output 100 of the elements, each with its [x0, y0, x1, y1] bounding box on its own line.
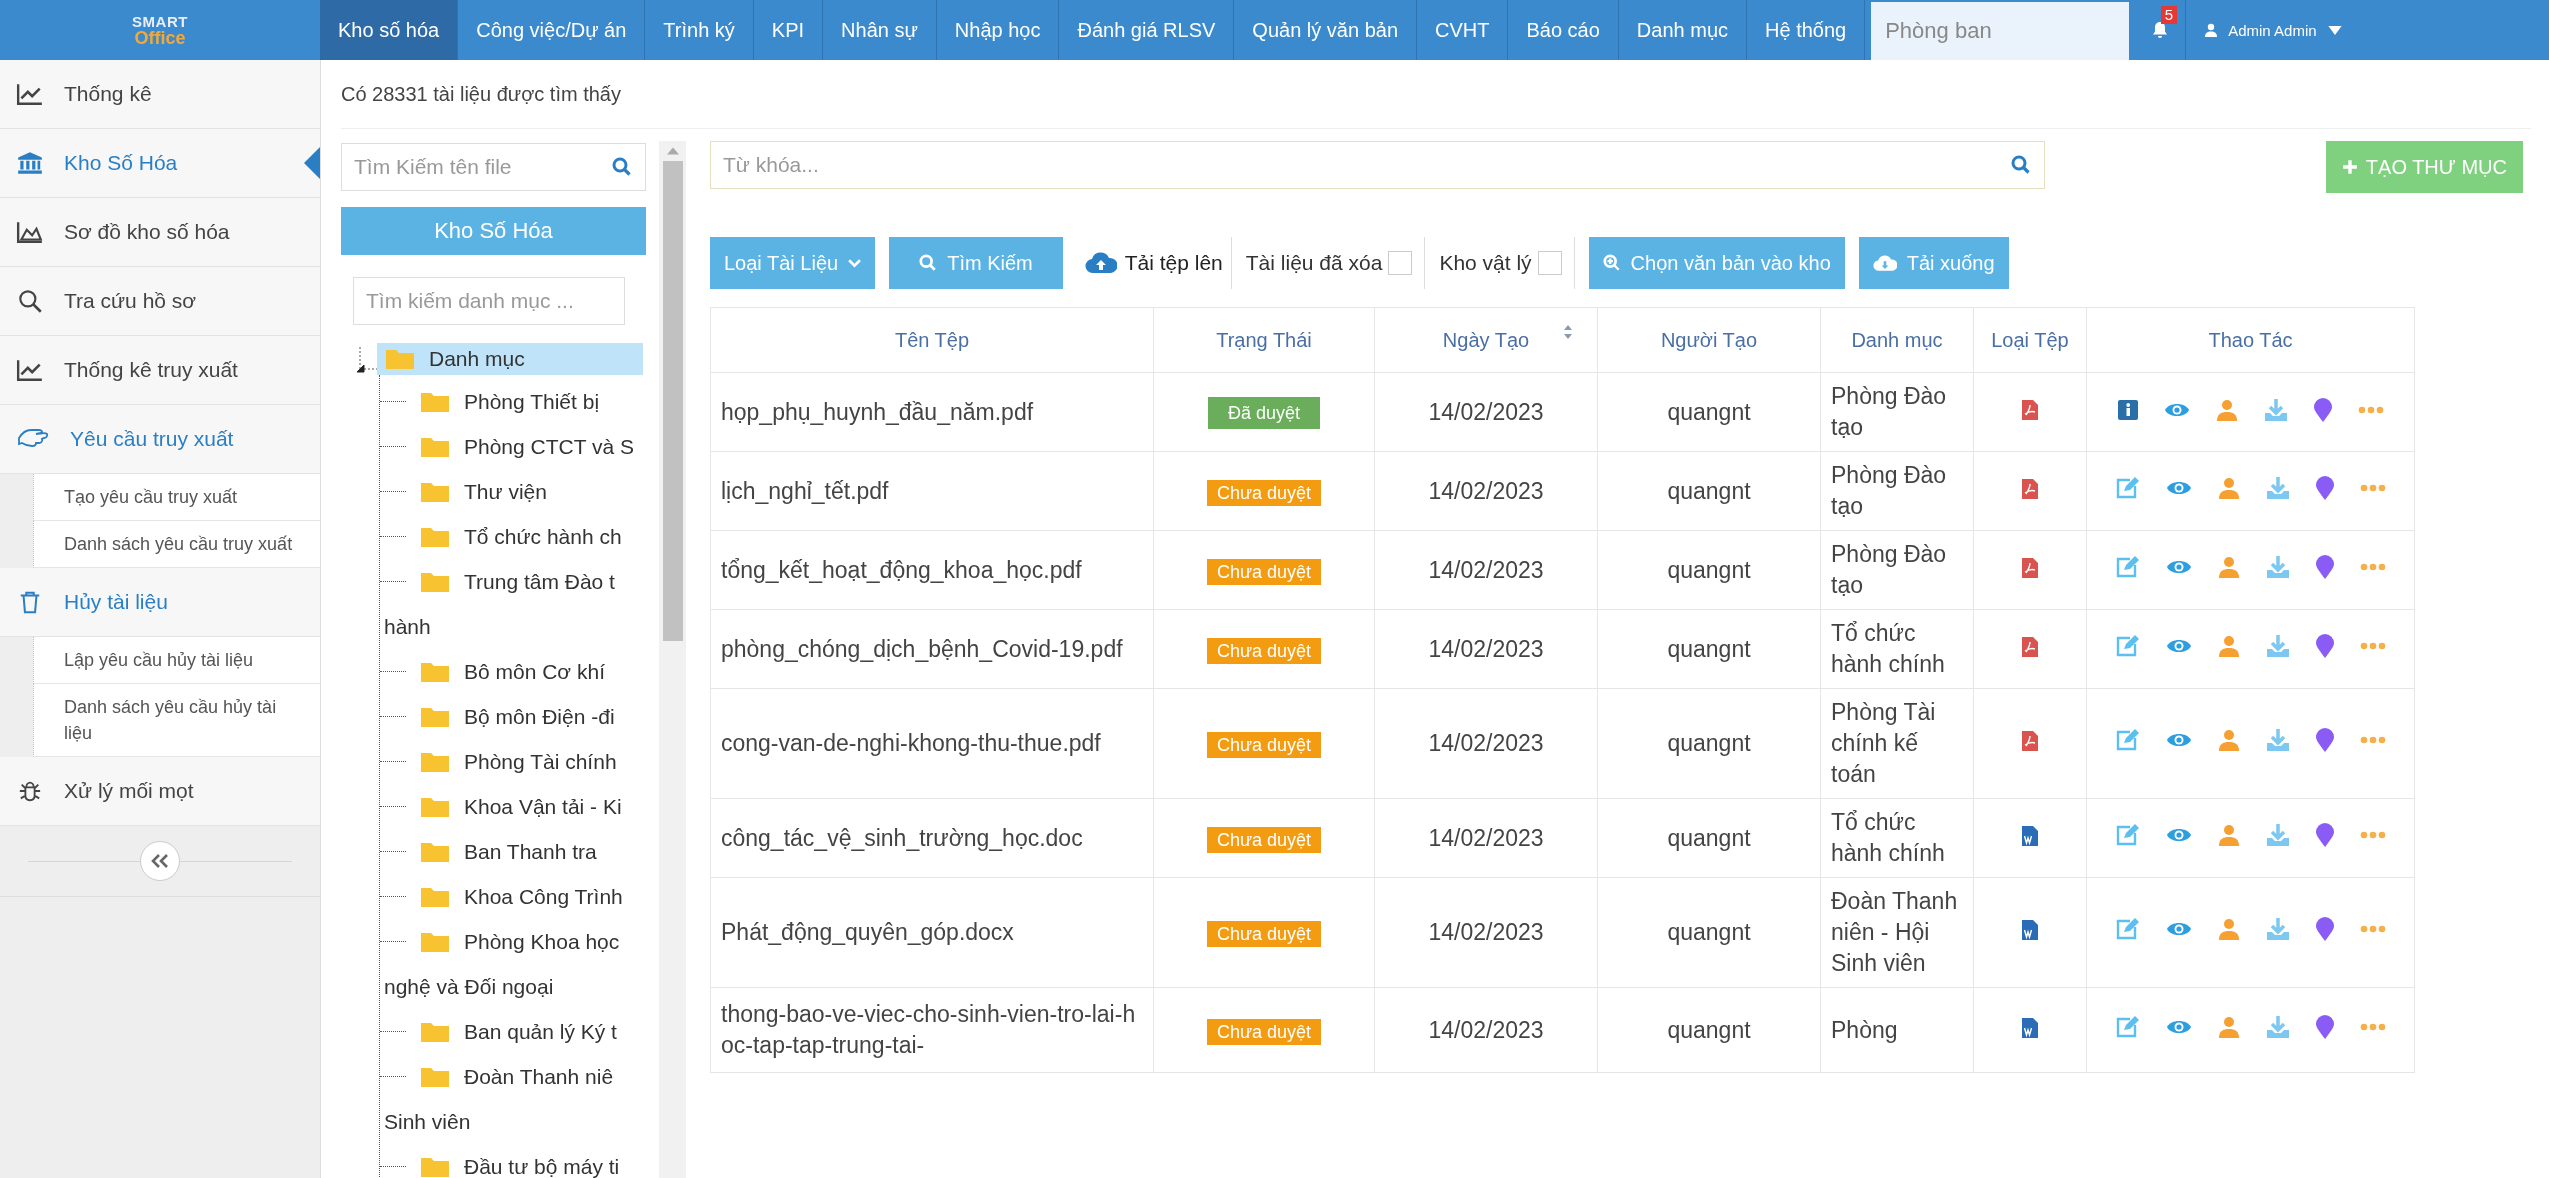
user-icon[interactable]	[2217, 555, 2240, 578]
upload-link[interactable]: Tải tệp lên	[1076, 237, 1232, 289]
file-search-field[interactable]: Tìm Kiếm tên file	[341, 143, 646, 191]
file-name-cell[interactable]: phòng_chóng_dịch_bệnh_Covid-19.pdf	[710, 609, 1154, 689]
eye-icon[interactable]	[2165, 826, 2192, 843]
more-icon[interactable]	[2359, 1022, 2386, 1031]
user-icon[interactable]	[2217, 476, 2240, 499]
user-icon[interactable]	[2215, 398, 2238, 421]
eye-icon[interactable]	[2163, 401, 2190, 418]
download-icon[interactable]	[2265, 728, 2290, 752]
deleted-documents-checkbox[interactable]: Tài liệu đã xóa	[1245, 237, 1426, 289]
column-header[interactable]: Tên Tệp	[710, 307, 1154, 373]
download-icon[interactable]	[2263, 397, 2288, 422]
nav-tab[interactable]: Quản lý văn bản	[1234, 0, 1417, 60]
file-name-cell[interactable]: lịch_nghỉ_tết.pdf	[710, 451, 1154, 531]
download-icon[interactable]	[2265, 633, 2290, 658]
collapse-button[interactable]	[140, 841, 180, 881]
physical-storage-checkbox[interactable]: Kho vật lý	[1439, 237, 1575, 289]
tree-node[interactable]: Khoa Vận tải - Ki	[380, 784, 622, 829]
user-icon[interactable]	[2217, 823, 2240, 846]
nav-tab[interactable]: KPI	[753, 0, 824, 60]
column-header[interactable]: Thao Tác	[2086, 307, 2415, 373]
keyword-field[interactable]: Từ khóa...	[710, 141, 2045, 189]
eye-icon[interactable]	[2165, 1018, 2192, 1035]
map-marker-icon[interactable]	[2315, 917, 2334, 941]
sidebar-item[interactable]: Tra cứu hồ sơ	[0, 267, 320, 336]
more-icon[interactable]	[2359, 641, 2386, 650]
tree-node[interactable]: Khoa Công Trình	[380, 874, 623, 919]
sidebar-subitem[interactable]: Tạo yêu cầu truy xuất	[33, 474, 320, 521]
column-header[interactable]: Danh mục	[1820, 307, 1974, 373]
tree-node[interactable]: Bô môn Cơ khí	[380, 649, 605, 694]
file-name-cell[interactable]: thong-bao-ve-viec-cho-sinh-vien-tro-lai-hoc-tap-tap-trung-tai-	[710, 987, 1154, 1073]
nav-tab[interactable]: Danh mục	[1618, 0, 1747, 60]
user-icon[interactable]	[2217, 729, 2240, 751]
nav-tab[interactable]: Công việc/Dự án	[458, 0, 646, 60]
category-search-field[interactable]: Tìm kiếm danh mục ...	[353, 277, 625, 325]
edit-icon[interactable]	[2115, 918, 2140, 940]
sidebar-item[interactable]: Yêu cầu truy xuất	[0, 405, 320, 474]
edit-icon[interactable]	[2115, 729, 2140, 751]
tree-node[interactable]: Phòng CTCT và S	[380, 424, 635, 469]
user-menu[interactable]: Admin Admin	[2186, 0, 2361, 60]
nav-tab[interactable]: Đánh giá RLSV	[1059, 0, 1235, 60]
tree-node[interactable]: Thư viện	[380, 469, 547, 514]
eye-icon[interactable]	[2165, 637, 2192, 654]
map-marker-icon[interactable]	[2315, 822, 2334, 847]
more-icon[interactable]	[2359, 736, 2386, 744]
map-marker-icon[interactable]	[2315, 728, 2334, 752]
sidebar-item[interactable]: Thống kê	[0, 60, 320, 129]
user-icon[interactable]	[2217, 1015, 2240, 1038]
nav-tab[interactable]: CVHT	[1417, 0, 1509, 60]
download-icon[interactable]	[2265, 1014, 2290, 1039]
scrollbar[interactable]	[659, 141, 686, 1178]
more-icon[interactable]	[2357, 405, 2384, 414]
download-icon[interactable]	[2265, 917, 2290, 941]
tree-node[interactable]: Bộ môn Điện -đi	[380, 694, 615, 739]
info-icon[interactable]	[2117, 399, 2138, 420]
sidebar-item[interactable]: Kho Số Hóa	[0, 129, 320, 198]
eye-icon[interactable]	[2165, 732, 2192, 748]
department-field[interactable]: Phòng ban	[1871, 2, 2130, 60]
sidebar-item[interactable]: Xử lý mối mọt	[0, 757, 320, 826]
more-icon[interactable]	[2359, 830, 2386, 839]
tree-node[interactable]: Ban quản lý Ký t	[380, 1009, 617, 1054]
sidebar-subitem[interactable]: Danh sách yêu cầu hủy tài liệu	[33, 684, 320, 757]
column-header[interactable]: Người Tạo	[1597, 307, 1821, 373]
column-header[interactable]: Loại Tệp	[1973, 307, 2087, 373]
tree-node[interactable]: Phòng Thiết bị	[380, 379, 600, 424]
tree-node[interactable]: Phòng Tài chính	[380, 739, 617, 784]
column-header[interactable]: Trạng Thái	[1153, 307, 1375, 373]
tree-node[interactable]: Đoàn Thanh niê	[380, 1054, 614, 1099]
user-icon[interactable]	[2217, 918, 2240, 940]
nav-tab[interactable]: Báo cáo	[1508, 0, 1619, 60]
more-icon[interactable]	[2359, 483, 2386, 492]
nav-tab[interactable]: Kho số hóa	[320, 0, 459, 60]
file-name-cell[interactable]: công_tác_vệ_sinh_trường_học.doc	[710, 798, 1154, 878]
sidebar-subitem[interactable]: Danh sách yêu cầu truy xuất	[33, 521, 320, 568]
map-marker-icon[interactable]	[2315, 475, 2334, 500]
tree-node[interactable]: Trung tâm Đào t	[380, 559, 615, 604]
map-marker-icon[interactable]	[2313, 397, 2332, 422]
eye-icon[interactable]	[2165, 479, 2192, 496]
file-name-cell[interactable]: cong-van-de-nghi-khong-thu-thue.pdf	[710, 688, 1154, 799]
map-marker-icon[interactable]	[2315, 633, 2334, 658]
user-icon[interactable]	[2217, 634, 2240, 657]
tree-node[interactable]: Phòng Khoa học	[380, 919, 620, 964]
edit-icon[interactable]	[2115, 1015, 2140, 1038]
tree-node[interactable]: Tổ chức hành ch	[380, 514, 622, 559]
more-icon[interactable]	[2359, 925, 2386, 933]
nav-tab[interactable]: Nhân sự	[823, 0, 937, 60]
download-icon[interactable]	[2265, 822, 2290, 847]
sidebar-subitem[interactable]: Lập yêu cầu hủy tài liệu	[33, 637, 320, 684]
sidebar-item[interactable]: Thống kê truy xuất	[0, 336, 320, 405]
nav-tab[interactable]: Hệ thống	[1747, 0, 1866, 60]
download-icon[interactable]	[2265, 554, 2290, 579]
file-name-cell[interactable]: họp_phụ_huynh_đầu_năm.pdf	[710, 372, 1154, 452]
tree-node[interactable]: Đầu tư bộ máy ti	[380, 1144, 620, 1178]
file-name-cell[interactable]: tổng_kết_hoạt_động_khoa_học.pdf	[710, 530, 1154, 610]
column-header[interactable]: Ngày Tạo	[1374, 307, 1598, 373]
edit-icon[interactable]	[2115, 555, 2140, 578]
tree-node[interactable]: Ban Thanh tra	[380, 829, 597, 874]
edit-icon[interactable]	[2115, 823, 2140, 846]
sidebar-item[interactable]: Hủy tài liệu	[0, 568, 320, 637]
